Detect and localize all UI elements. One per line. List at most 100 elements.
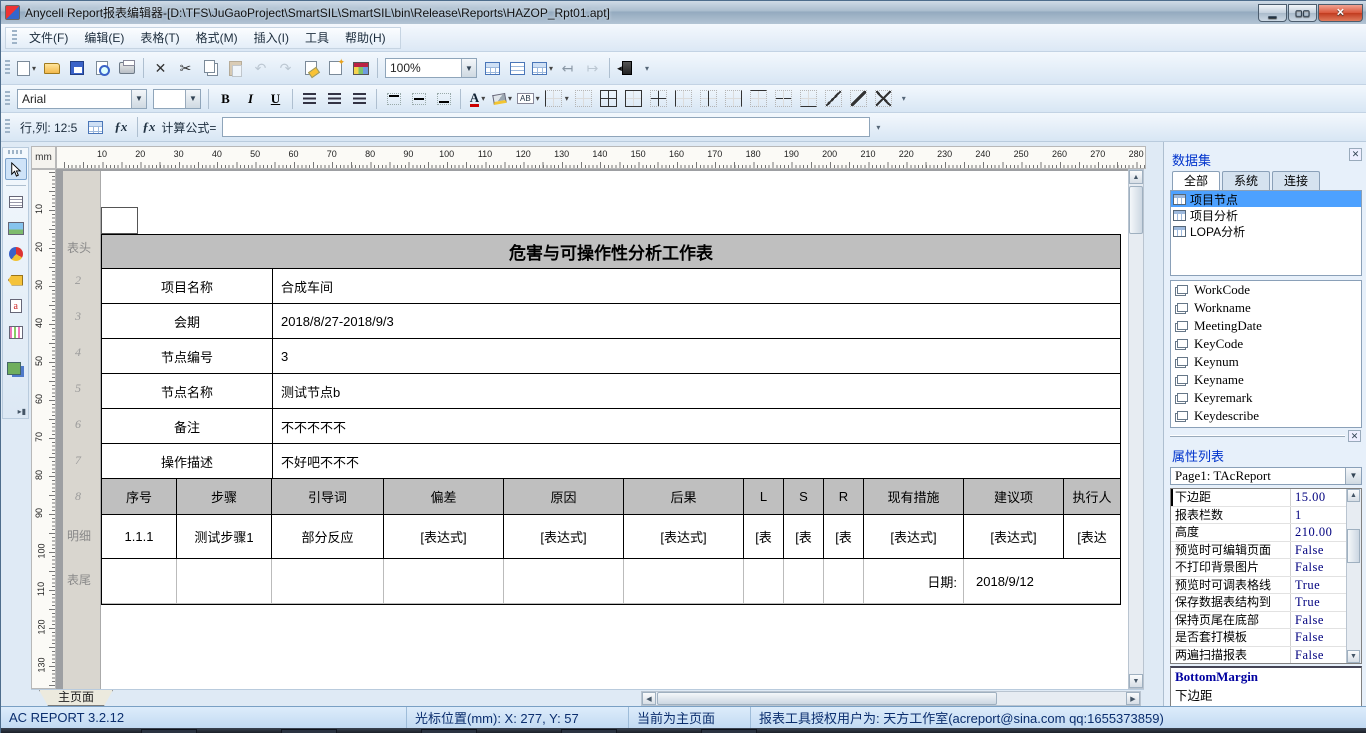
panel-splitter[interactable]: ✕ [1170,430,1363,442]
border-diagonal-cross-button[interactable] [872,88,895,110]
grid-header-cell[interactable]: 序号 [102,479,177,514]
open-button[interactable] [40,57,63,79]
border-all-button[interactable] [597,88,620,110]
property-value[interactable]: 210.00 [1291,524,1346,541]
cell-marker[interactable] [101,207,138,234]
page-tab[interactable]: 主页面 [39,690,113,706]
chevron-down-icon[interactable]: ▼ [131,90,146,108]
border-inner-button[interactable] [647,88,670,110]
property-row[interactable]: 不打印背景图片 False [1171,559,1346,577]
scroll-down-button[interactable]: ▼ [1347,650,1360,663]
dataset-list[interactable]: 项目节点 项目分析 LOPA分析 [1170,190,1362,276]
italic-button[interactable]: I [239,88,262,110]
field-item[interactable]: Keynum [1171,353,1361,371]
vertical-scrollbar[interactable]: ▲ ▼ [1128,169,1144,689]
paste-button[interactable] [224,57,247,79]
field-list[interactable]: WorkCode Workname MeetingDate Ke [1170,280,1362,428]
field-item[interactable]: Keydescribe [1171,407,1361,425]
property-row[interactable]: 下边距 15.00 [1171,489,1346,507]
show-grid-button[interactable] [481,57,504,79]
image-tool-button[interactable] [5,217,27,239]
info-label-cell[interactable]: 备注 [102,409,272,443]
horizontal-ruler[interactable]: 1020304050607080901001101201301401501601… [56,146,1146,169]
grid-header-cell[interactable]: 原因 [504,479,624,514]
cell-grid-button[interactable] [84,116,107,138]
property-row[interactable]: 两遍扫描报表 False [1171,647,1346,665]
grid-data-cell[interactable]: [表达 [1064,515,1120,558]
info-value-cell[interactable]: 不好吧不不不 [272,444,1120,478]
property-value[interactable]: False [1291,542,1346,559]
fill-color-button[interactable]: ▾ [491,88,514,110]
property-row[interactable]: 保持页尾在底部 False [1171,612,1346,630]
footer-cell[interactable] [102,559,177,603]
grid-data-cell[interactable]: [表达式] [964,515,1064,558]
scrollbar-thumb[interactable] [1347,529,1360,563]
chevron-down-icon[interactable]: ▼ [185,90,200,108]
menu-item[interactable]: 文件(F) [21,27,76,48]
footer-cell[interactable] [784,559,824,603]
border-bottom-button[interactable] [797,88,820,110]
underline-button[interactable]: U [264,88,287,110]
copy-button[interactable] [199,57,222,79]
border-left-button[interactable] [672,88,695,110]
property-value[interactable]: False [1291,647,1346,664]
info-value-cell[interactable]: 不不不不不 [272,409,1120,443]
grid-header-cell[interactable]: 偏差 [384,479,504,514]
info-value-cell[interactable]: 3 [272,339,1120,373]
delete-button[interactable]: ✕ [149,57,172,79]
menu-item[interactable]: 表格(T) [132,27,187,48]
footer-cell[interactable] [177,559,272,603]
property-row[interactable]: 是否套打模板 False [1171,629,1346,647]
grid-data-cell[interactable]: [表 [784,515,824,558]
valign-middle-button[interactable] [407,88,430,110]
menu-item[interactable]: 帮助(H) [337,27,394,48]
pointer-tool-button[interactable] [5,158,27,180]
new-button[interactable]: ▾ [15,57,38,79]
grid-header-cell[interactable]: 步骤 [177,479,272,514]
border-outer-button[interactable] [622,88,645,110]
shift-left-button[interactable]: ↤ [556,57,579,79]
palette-expander[interactable]: ▸▮ [16,405,28,418]
toolbar-overflow-button[interactable]: ▾ [898,88,910,110]
zoom-combobox[interactable]: 100% ▼ [385,58,477,78]
info-label-cell[interactable]: 节点名称 [102,374,272,408]
report-table[interactable]: 危害与可操作性分析工作表 项目名称 合成车间 会期 2018/8/27-2018… [101,234,1121,605]
grid-header-cell[interactable]: 执行人 [1064,479,1120,514]
field-item[interactable]: Workname [1171,299,1361,317]
scroll-left-button[interactable]: ◀ [642,692,656,705]
menu-item[interactable]: 工具 [297,27,337,48]
grid-data-cell[interactable]: 1.1.1 [102,515,177,558]
vertical-ruler[interactable]: 102030405060708090100110120130 [31,169,56,689]
chart-tool-button[interactable] [5,243,27,265]
info-label-cell[interactable]: 会期 [102,304,272,338]
property-value[interactable]: 15.00 [1291,489,1346,506]
dataset-tab[interactable]: 系统 [1222,171,1270,190]
font-size-combobox[interactable]: ▼ [153,89,201,109]
footer-cell[interactable] [384,559,504,603]
barcode-tool-button[interactable] [5,269,27,291]
scroll-down-button[interactable]: ▼ [1129,674,1143,688]
border-style-dropdown[interactable]: ▾ [543,88,570,110]
valign-bottom-button[interactable] [432,88,455,110]
align-center-button[interactable] [323,88,346,110]
save-button[interactable] [65,57,88,79]
info-label-cell[interactable]: 项目名称 [102,269,272,303]
property-grid-scrollbar[interactable]: ▲ ▼ [1346,489,1361,663]
field-item[interactable]: MeetingDate [1171,317,1361,335]
grid-data-cell[interactable]: [表达式] [504,515,624,558]
field-item[interactable]: Keyremark [1171,389,1361,407]
cut-button[interactable]: ✂ [174,57,197,79]
footer-cell[interactable] [744,559,784,603]
scroll-up-button[interactable]: ▲ [1129,170,1143,184]
richtext-tool-button[interactable] [5,295,27,317]
property-value[interactable]: False [1291,612,1346,629]
dataset-tab[interactable]: 全部 [1172,171,1220,190]
font-name-combobox[interactable]: Arial ▼ [17,89,147,109]
grid-header-cell[interactable]: 现有措施 [864,479,964,514]
dataset-tab[interactable]: 连接 [1272,171,1320,190]
text-direction-button[interactable]: AB▾ [516,88,541,110]
field-item[interactable]: WorkCode [1171,281,1361,299]
grid-header-cell[interactable]: 建议项 [964,479,1064,514]
title-bar[interactable]: Anycell Report报表编辑器-[D:\TFS\JuGaoProject… [1,1,1366,24]
info-label-cell[interactable]: 节点编号 [102,339,272,373]
